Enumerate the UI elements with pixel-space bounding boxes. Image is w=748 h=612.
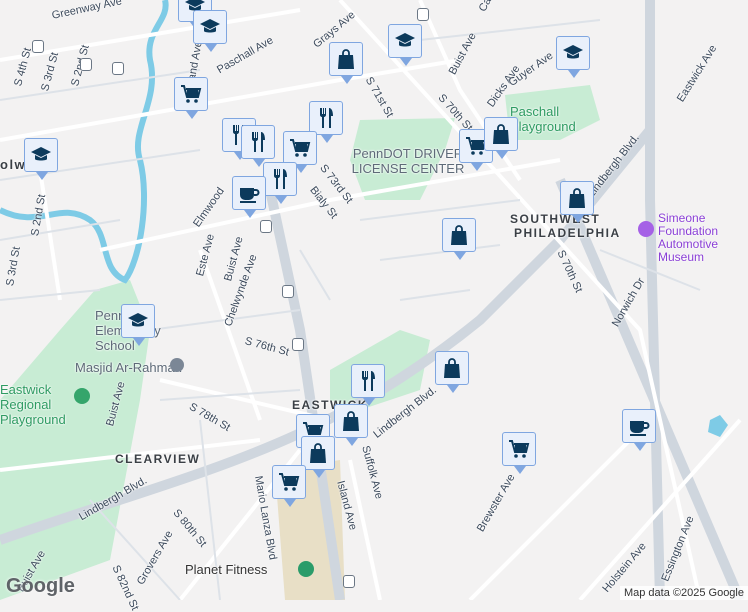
bus-stop-icon[interactable] [80,58,92,71]
bus-stop-icon[interactable] [282,285,294,298]
shopping-cart-icon [277,470,301,494]
gym-icon [298,561,314,577]
shopping-bag-marker[interactable] [435,351,469,393]
area-label: CLEARVIEW [115,452,201,466]
coffee-marker[interactable] [622,409,656,451]
shopping-cart-marker[interactable] [502,432,536,474]
museum-icon[interactable] [638,221,654,237]
restaurant-icon [356,369,380,393]
shopping-bag-icon [447,223,471,247]
bus-stop-icon[interactable] [32,40,44,53]
school-icon [29,143,53,167]
shopping-bag-icon [339,409,363,433]
bus-stop-icon[interactable] [417,8,429,21]
school-marker[interactable] [24,138,58,180]
poi-paschall-playground[interactable]: Paschall Playground [510,104,590,134]
poi-masjid[interactable]: Masjid Ar-Rahman [75,360,182,375]
shopping-bag-marker[interactable] [560,181,594,223]
school-icon [198,15,222,39]
shopping-bag-icon [334,47,358,71]
shopping-bag-marker[interactable] [484,117,518,159]
shopping-cart-marker[interactable] [283,131,317,173]
coffee-marker[interactable] [232,176,266,218]
shopping-cart-marker[interactable] [174,77,208,119]
shopping-cart-icon [507,437,531,461]
school-marker[interactable] [193,10,227,52]
bus-stop-icon[interactable] [292,338,304,351]
restaurant-marker[interactable] [263,162,297,204]
poi-penndot[interactable]: PennDOT DRIVER LICENSE CENTER [348,146,468,176]
bus-stop-icon[interactable] [112,62,124,75]
restaurant-marker[interactable] [241,125,275,167]
shopping-bag-icon [306,441,330,465]
map-attribution[interactable]: Map data ©2025 Google [619,586,748,600]
restaurant-marker[interactable] [351,364,385,406]
shopping-cart-icon [179,82,203,106]
shopping-bag-icon [489,122,513,146]
restaurant-icon [268,167,292,191]
area-label: PHILADELPHIA [514,226,621,240]
shopping-bag-marker[interactable] [301,436,335,478]
shopping-cart-marker[interactable] [272,465,306,507]
shopping-bag-icon [440,356,464,380]
mosque-icon [170,358,184,372]
shopping-bag-marker[interactable] [329,42,363,84]
restaurant-icon [246,130,270,154]
shopping-bag-marker[interactable] [442,218,476,260]
poi-regional-playground[interactable]: Eastwick Regional Playground [0,382,72,427]
school-icon [126,309,150,333]
coffee-icon [627,414,651,438]
school-marker[interactable] [121,304,155,346]
restaurant-icon [314,106,338,130]
restaurant-marker[interactable] [309,101,343,143]
shopping-bag-icon [565,186,589,210]
bus-stop-icon[interactable] [343,575,355,588]
park-icon [74,388,90,404]
school-icon [561,41,585,65]
coffee-icon [237,181,261,205]
poi-simeone[interactable]: Simeone Foundation Automotive Museum [658,212,746,264]
poi-planet-fitness[interactable]: Planet Fitness [185,562,267,577]
school-marker[interactable] [556,36,590,78]
bus-stop-icon[interactable] [260,220,272,233]
school-icon [393,29,417,53]
shopping-cart-icon [288,136,312,160]
school-marker[interactable] [388,24,422,66]
shopping-bag-marker[interactable] [334,404,368,446]
google-logo: Google [6,575,75,597]
